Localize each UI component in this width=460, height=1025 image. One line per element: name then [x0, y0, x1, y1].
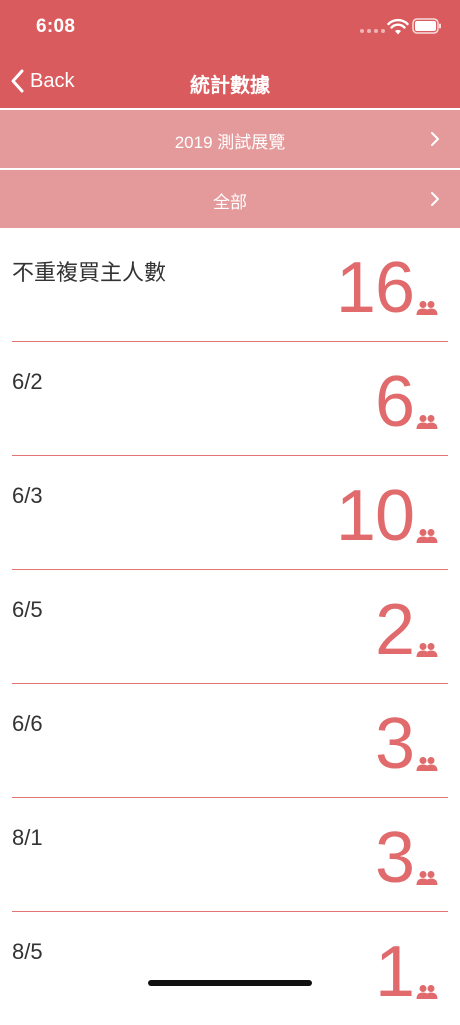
- navigation-bar: Back 統計數據: [0, 56, 460, 108]
- stat-label: 8/5: [12, 939, 43, 964]
- stat-value-group: 2: [375, 592, 438, 668]
- chevron-right-icon: [431, 132, 439, 146]
- people-icon: [416, 415, 438, 429]
- stat-row-date: 6/2 6: [12, 342, 448, 456]
- stat-value-group: 10: [336, 478, 438, 554]
- people-icon: [416, 301, 438, 315]
- stat-row-date: 6/6 3: [12, 684, 448, 798]
- stat-value: 16: [335, 248, 415, 328]
- stat-value: 2: [374, 590, 415, 670]
- stat-value-group: 16: [336, 250, 438, 326]
- chevron-right-icon: [431, 192, 439, 206]
- stat-value: 1: [374, 932, 415, 1012]
- wifi-icon: [387, 18, 409, 35]
- scope-selector-label: 全部: [213, 193, 247, 212]
- stat-value-group: 1: [375, 934, 438, 1010]
- stat-value-group: 3: [375, 706, 438, 782]
- home-indicator[interactable]: [148, 980, 312, 986]
- stat-row-date: 8/1 3: [12, 798, 448, 912]
- people-icon: [416, 529, 438, 543]
- stat-label: 不重複買主人數: [12, 260, 167, 285]
- stat-label: 8/1: [12, 825, 43, 850]
- stat-row-unique-buyers: 不重複買主人數 16: [12, 228, 448, 342]
- stat-value: 6: [374, 362, 415, 442]
- page-title: 統計數據: [190, 75, 270, 97]
- people-icon: [416, 757, 438, 771]
- stat-row-date: 6/5 2: [12, 570, 448, 684]
- exhibition-selector-label: 2019 測試展覽: [174, 133, 286, 152]
- app-header: 6:08 Back 統計數據: [0, 0, 460, 108]
- stat-row-date: 6/3 10: [12, 456, 448, 570]
- stat-value: 10: [335, 476, 415, 556]
- battery-icon: [412, 18, 441, 34]
- stat-value-group: 6: [375, 364, 438, 440]
- stat-label: 6/6: [12, 711, 43, 736]
- status-bar: 6:08: [0, 0, 460, 56]
- stat-label: 6/5: [12, 597, 43, 622]
- stat-value: 3: [374, 818, 415, 898]
- stat-value: 3: [374, 704, 415, 784]
- people-icon: [416, 985, 438, 999]
- stat-label: 6/3: [12, 483, 43, 508]
- stat-row-date: 8/5 1: [12, 912, 448, 1025]
- scope-selector[interactable]: 全部: [0, 170, 460, 228]
- stat-label: 6/2: [12, 369, 43, 394]
- exhibition-selector[interactable]: 2019 測試展覽: [0, 110, 460, 168]
- people-icon: [416, 871, 438, 885]
- stats-list: 不重複買主人數 16 6/2 6 6/3 10 6/5 2 6/6 3 8/1 …: [0, 228, 460, 1025]
- people-icon: [416, 643, 438, 657]
- status-time: 6:08: [36, 16, 76, 37]
- cellular-signal-icon: [360, 29, 385, 33]
- stat-value-group: 3: [375, 820, 438, 896]
